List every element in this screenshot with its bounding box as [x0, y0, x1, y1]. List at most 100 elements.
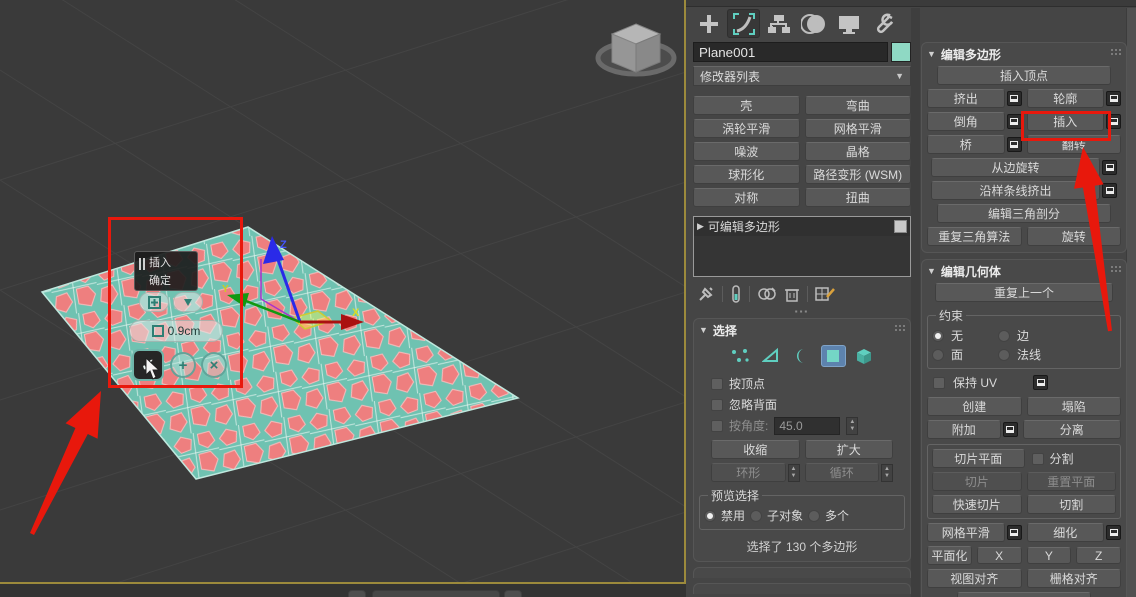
preserve-uv-settings-button[interactable] [1033, 375, 1049, 390]
reset-plane-button[interactable]: 重置平面 [1026, 472, 1116, 491]
object-color-swatch[interactable] [891, 42, 911, 62]
modifier-button-spherify[interactable]: 球形化 [693, 165, 800, 184]
constraint-edge-radio[interactable] [998, 329, 1010, 342]
object-name-field[interactable] [693, 42, 888, 62]
ignore-backfacing-checkbox[interactable] [711, 398, 723, 411]
tessellate-settings-button[interactable] [1106, 525, 1121, 540]
make-planar-button[interactable]: 平面化 [927, 546, 972, 565]
edit-triangulation-button[interactable]: 编辑三角剖分 [937, 204, 1111, 223]
planar-x-button[interactable]: X [976, 547, 1022, 564]
split-checkbox[interactable] [1031, 452, 1044, 465]
slice-plane-button[interactable]: 切片平面 [932, 449, 1025, 468]
preserve-uv-checkbox[interactable] [933, 376, 945, 389]
tab-modify[interactable] [727, 9, 760, 38]
by-angle-checkbox[interactable] [711, 419, 723, 432]
modifier-button-lattice[interactable]: 晶格 [804, 142, 911, 161]
trackbar-slider[interactable] [372, 590, 500, 597]
modifier-button-noise[interactable]: 噪波 [693, 142, 800, 161]
stack-visibility-toggle[interactable] [894, 220, 907, 233]
extrude-spline-settings-button[interactable] [1102, 183, 1117, 198]
pin-stack-icon[interactable] [697, 285, 715, 303]
create-button[interactable]: 创建 [927, 397, 1022, 416]
tab-display[interactable] [832, 9, 865, 38]
by-angle-value-field[interactable]: 45.0 [774, 416, 841, 435]
tessellate-button[interactable]: 细化 [1026, 523, 1104, 542]
hinge-from-edge-button[interactable]: 从边旋转 [931, 158, 1100, 177]
msmooth-button[interactable]: 网格平滑 [927, 523, 1005, 542]
subobject-border-button[interactable] [790, 345, 815, 367]
selection-rollout-header[interactable]: ▼ 选择 [699, 322, 905, 338]
collapse-button[interactable]: 塌陷 [1026, 397, 1121, 416]
modifier-button-twist[interactable]: 扭曲 [804, 188, 911, 207]
constraint-face-radio[interactable] [932, 348, 944, 361]
make-unique-icon[interactable] [757, 285, 777, 303]
tab-hierarchy[interactable] [762, 9, 795, 38]
edit-geometry-header[interactable]: ▼ 编辑几何体 [927, 263, 1121, 279]
viewcube[interactable] [592, 10, 680, 88]
repeat-last-button[interactable]: 重复上一个 [935, 283, 1113, 302]
planar-y-button[interactable]: Y [1026, 547, 1072, 564]
outline-button[interactable]: 轮廓 [1026, 89, 1104, 108]
configure-modifier-sets-icon[interactable] [815, 285, 835, 303]
constraint-none-radio[interactable] [932, 329, 944, 342]
by-angle-spinner[interactable]: ▲ ▼ [846, 416, 859, 435]
ring-button[interactable]: 环形 [711, 463, 786, 482]
trackbar-prev-button[interactable] [348, 590, 366, 597]
grow-button[interactable]: 扩大 [804, 440, 893, 459]
preview-disable-radio[interactable] [704, 509, 716, 522]
insert-vertex-button[interactable]: 插入顶点 [937, 66, 1111, 85]
modifier-button-meshsmooth[interactable]: 网格平滑 [804, 119, 911, 138]
subobject-edge-button[interactable] [759, 345, 784, 367]
trackbar-next-button[interactable] [504, 590, 522, 597]
extrude-button[interactable]: 挤出 [927, 89, 1005, 108]
view-align-button[interactable]: 视图对齐 [927, 569, 1022, 588]
detach-button[interactable]: 分离 [1022, 420, 1121, 439]
panel-scroll-strip[interactable] [1126, 8, 1136, 597]
modifier-list-dropdown[interactable]: 修改器列表 ▼ [693, 66, 911, 86]
perspective-viewport[interactable]: Z X Y 插入 确定 0.9cm + × [0, 0, 686, 584]
modifier-button-bend[interactable]: 弯曲 [804, 96, 911, 115]
subobject-vertex-button[interactable] [728, 345, 753, 367]
planar-z-button[interactable]: Z [1076, 547, 1121, 564]
preview-subobject-radio[interactable] [750, 509, 763, 522]
partial-bottom-button[interactable] [957, 592, 1091, 597]
ring-spinner[interactable]: ▲ ▼ [787, 463, 800, 482]
edit-polygons-header[interactable]: ▼ 编辑多边形 [927, 46, 1121, 62]
modifier-stack[interactable]: ▶ 可编辑多边形 [693, 216, 911, 277]
tab-motion[interactable] [797, 9, 830, 38]
panel-grip[interactable] [686, 0, 1136, 7]
slice-button[interactable]: 切片 [932, 472, 1022, 491]
bevel-button[interactable]: 倒角 [927, 112, 1005, 131]
rollout-splitter[interactable]: ▪▪▪ [693, 306, 911, 316]
quick-slice-button[interactable]: 快速切片 [932, 495, 1022, 514]
by-vertex-checkbox[interactable] [711, 377, 723, 390]
show-end-result-icon[interactable] [730, 285, 742, 303]
remove-modifier-trash-icon[interactable] [784, 285, 800, 303]
modifier-button-pathdeform[interactable]: 路径变形 (WSM) [804, 165, 911, 184]
constraint-normal-radio[interactable] [998, 348, 1010, 361]
bridge-button[interactable]: 桥 [927, 135, 1005, 154]
viewcube-cube[interactable] [610, 23, 662, 73]
hinge-settings-button[interactable] [1102, 160, 1117, 175]
modifier-button-shell[interactable]: 壳 [693, 96, 800, 115]
loop-spinner[interactable]: ▲ ▼ [881, 463, 893, 482]
msmooth-settings-button[interactable] [1006, 525, 1022, 540]
retriangulate-button[interactable]: 重复三角算法 [927, 227, 1022, 246]
grid-align-button[interactable]: 栅格对齐 [1026, 569, 1121, 588]
turn-button[interactable]: 旋转 [1026, 227, 1121, 246]
outline-settings-button[interactable] [1106, 91, 1121, 106]
cut-button[interactable]: 切割 [1026, 495, 1116, 514]
extrude-along-spline-button[interactable]: 沿样条线挤出 [931, 181, 1100, 200]
tab-utilities[interactable] [867, 9, 900, 38]
shrink-button[interactable]: 收缩 [711, 440, 800, 459]
stack-item-editable-poly[interactable]: ▶ 可编辑多边形 [694, 217, 910, 236]
extrude-settings-button[interactable] [1006, 91, 1022, 106]
modifier-button-turbosmooth[interactable]: 涡轮平滑 [693, 119, 800, 138]
attach-button[interactable]: 附加 [927, 420, 1001, 439]
subobject-polygon-button[interactable] [820, 345, 846, 367]
attach-settings-button[interactable] [1002, 422, 1018, 437]
loop-button[interactable]: 循环 [804, 463, 879, 482]
subobject-element-button[interactable] [852, 345, 877, 367]
bridge-settings-button[interactable] [1006, 137, 1022, 152]
expand-arrow-icon[interactable]: ▶ [697, 221, 704, 232]
